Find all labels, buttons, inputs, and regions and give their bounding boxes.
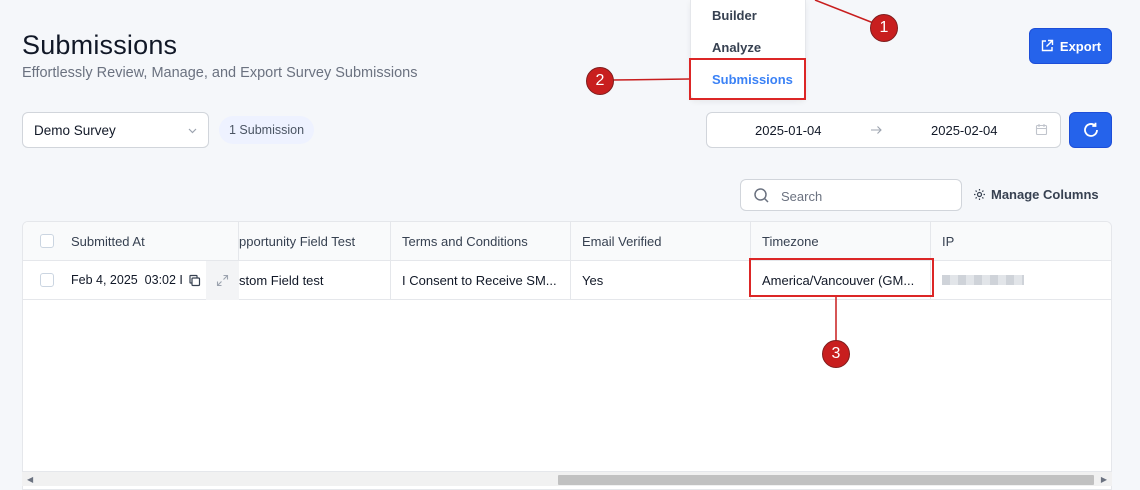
highlight-box-timezone bbox=[749, 258, 934, 297]
horizontal-scrollbar[interactable]: ◀ ▶ bbox=[22, 471, 1112, 486]
scroll-right-icon[interactable]: ▶ bbox=[1101, 475, 1107, 484]
pinned-header: Submitted At bbox=[23, 222, 239, 260]
survey-select[interactable]: Demo Survey bbox=[22, 112, 209, 148]
column-header-timezone[interactable]: Timezone bbox=[751, 222, 931, 260]
highlight-box-submissions bbox=[689, 58, 806, 100]
refresh-icon bbox=[1083, 122, 1098, 137]
column-header-submitted-at[interactable]: Submitted At bbox=[60, 222, 239, 260]
table-header: Submitted At pportunity Field Test Terms… bbox=[23, 222, 1111, 261]
ip-redacted bbox=[942, 275, 1024, 285]
column-header-ip[interactable]: IP bbox=[931, 222, 1111, 260]
survey-select-value: Demo Survey bbox=[34, 122, 116, 138]
export-button-label: Export bbox=[1059, 38, 1102, 54]
submitted-at-cell: Feb 4, 2025 03:02 I bbox=[60, 261, 206, 299]
refresh-button[interactable] bbox=[1069, 112, 1112, 148]
search-icon bbox=[754, 188, 769, 203]
ip-cell bbox=[931, 261, 1111, 299]
annotation-marker-3: 3 bbox=[822, 340, 850, 368]
column-header-opportunity-field[interactable]: pportunity Field Test bbox=[227, 222, 391, 260]
expand-icon bbox=[216, 274, 229, 287]
column-header-email-verified[interactable]: Email Verified bbox=[571, 222, 751, 260]
expand-row-button[interactable] bbox=[206, 261, 239, 300]
submission-count-badge: 1 Submission bbox=[219, 116, 315, 144]
annotation-marker-1: 1 bbox=[870, 14, 898, 42]
scrollbar-thumb[interactable] bbox=[558, 475, 1094, 485]
opportunity-field-cell: stom Field test bbox=[227, 261, 391, 299]
select-all-checkbox[interactable] bbox=[40, 234, 54, 248]
nav-item-builder[interactable]: Builder bbox=[712, 8, 757, 23]
terms-cell: I Consent to Receive SM... bbox=[391, 261, 571, 299]
manage-columns-button[interactable]: Manage Columns bbox=[973, 187, 1099, 202]
manage-columns-label: Manage Columns bbox=[991, 187, 1099, 202]
column-header-terms[interactable]: Terms and Conditions bbox=[391, 222, 571, 260]
arrow-right-icon bbox=[871, 126, 882, 134]
page-title: Submissions bbox=[22, 30, 178, 60]
calendar-icon bbox=[1035, 124, 1048, 136]
email-verified-cell: Yes bbox=[571, 261, 751, 299]
annotation-marker-2: 2 bbox=[586, 67, 614, 95]
scroll-left-icon[interactable]: ◀ bbox=[27, 475, 33, 484]
row-checkbox[interactable] bbox=[40, 273, 54, 287]
search-box[interactable] bbox=[740, 179, 962, 211]
date-range-picker[interactable]: 2025-01-04 2025-02-04 bbox=[706, 112, 1061, 148]
gear-icon bbox=[974, 189, 985, 200]
copy-icon[interactable] bbox=[188, 274, 201, 287]
date-end[interactable]: 2025-02-04 bbox=[931, 123, 998, 138]
table-row[interactable]: Feb 4, 2025 03:02 I stom Field test I Co… bbox=[23, 261, 1111, 300]
chevron-down-icon bbox=[188, 128, 197, 134]
date-start[interactable]: 2025-01-04 bbox=[755, 123, 822, 138]
search-input[interactable] bbox=[781, 186, 951, 206]
page-subtitle: Effortlessly Review, Manage, and Export … bbox=[22, 65, 418, 81]
export-button[interactable]: Export bbox=[1029, 28, 1112, 64]
export-icon bbox=[1041, 39, 1054, 52]
nav-item-analyze[interactable]: Analyze bbox=[712, 40, 761, 55]
submissions-table: Submitted At pportunity Field Test Terms… bbox=[22, 221, 1112, 490]
submitted-at-value: Feb 4, 2025 03:02 I bbox=[71, 273, 183, 287]
